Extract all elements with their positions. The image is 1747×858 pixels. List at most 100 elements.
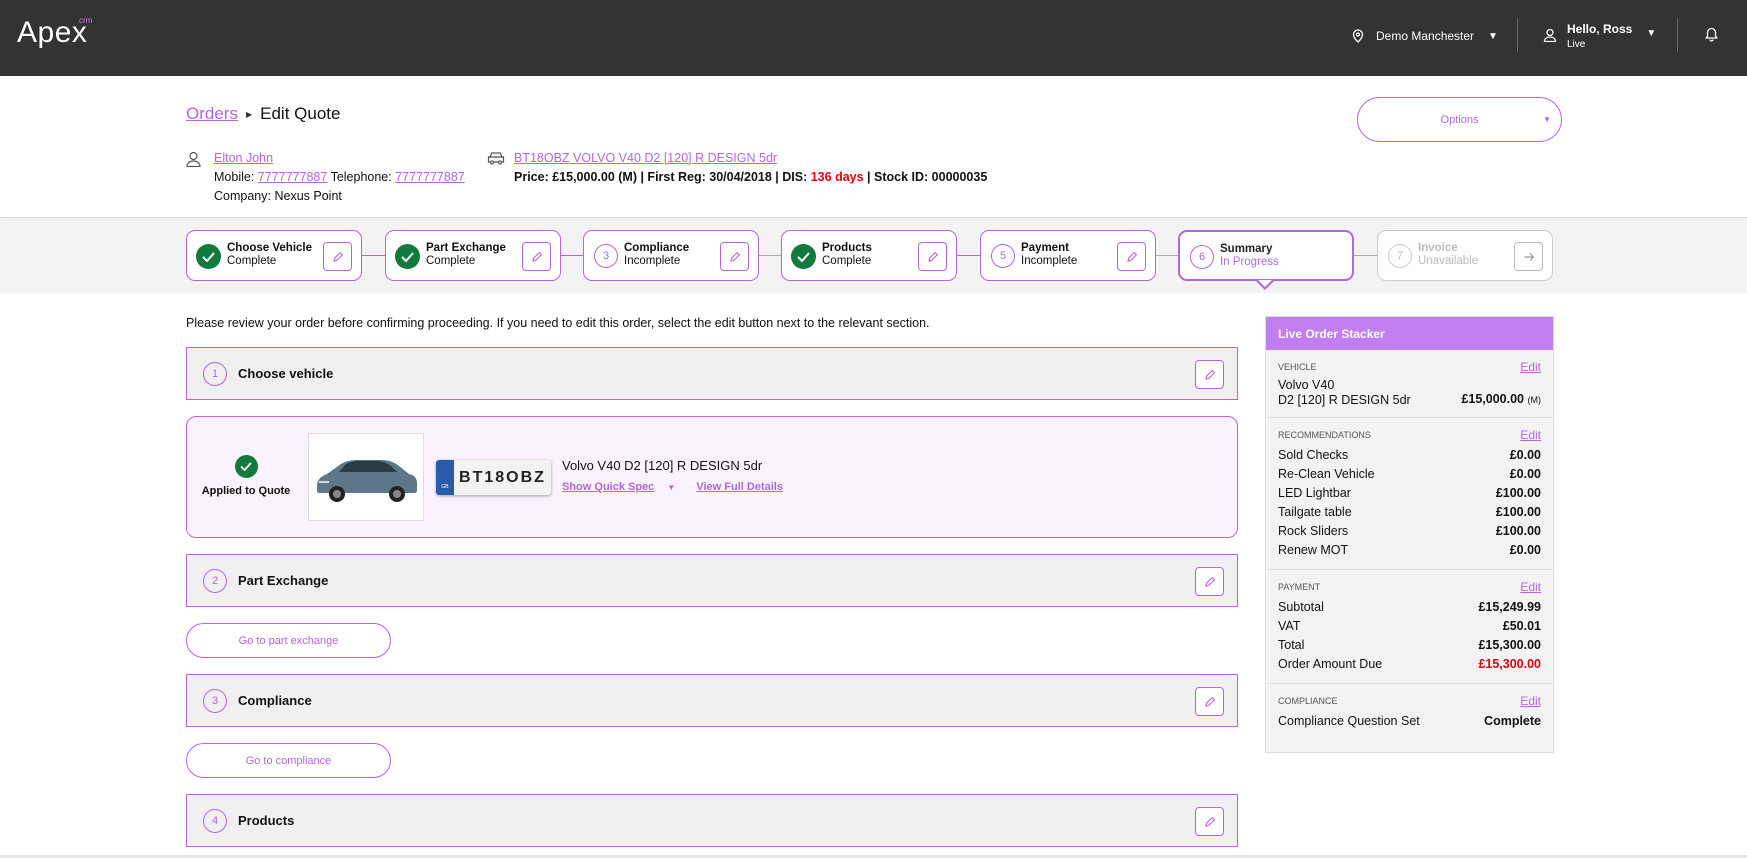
section-choose-vehicle: 1 Choose vehicle	[186, 347, 1238, 400]
list-item: Rock Sliders £100.00	[1278, 522, 1541, 541]
step-number: 3	[594, 244, 618, 268]
item-label: LED Lightbar	[1278, 486, 1351, 500]
vehicle-image[interactable]	[308, 433, 424, 521]
list-item: Renew MOT £0.00	[1278, 541, 1541, 560]
check-icon	[196, 244, 221, 269]
item-label: Tailgate table	[1278, 505, 1352, 519]
customer-name-link[interactable]: Elton John	[214, 151, 273, 165]
section-number: 1	[203, 362, 227, 386]
list-item: Tailgate table £100.00	[1278, 503, 1541, 522]
location-label: Demo Manchester	[1376, 29, 1475, 43]
show-quick-spec-link[interactable]: Show Quick Spec	[562, 481, 654, 493]
step-summary[interactable]: 6 Summary In Progress	[1178, 230, 1354, 281]
item-label: Rock Sliders	[1278, 524, 1349, 538]
item-value: £100.00	[1495, 524, 1541, 538]
item-label: VAT	[1278, 619, 1301, 633]
stacker-compliance-group: COMPLIANCE Edit Compliance Question Set Co…	[1266, 684, 1553, 740]
section-title: Products	[238, 813, 295, 828]
user-status: Live	[1567, 39, 1586, 50]
step-number: 6	[1190, 245, 1214, 269]
location-selector[interactable]: Demo Manchester ▼	[1352, 26, 1498, 46]
pencil-icon[interactable]	[323, 242, 352, 271]
step-status: In Progress	[1220, 256, 1279, 268]
step-connector	[759, 255, 782, 256]
applied-label: Applied to Quote	[201, 485, 291, 497]
user-menu[interactable]: Hello, Ross Live ▼	[1543, 22, 1656, 50]
view-full-details-link[interactable]: View Full Details	[696, 481, 783, 493]
section-compliance: 3 Compliance	[186, 674, 1238, 727]
section-title: Compliance	[238, 693, 312, 708]
pencil-icon[interactable]	[1117, 242, 1146, 271]
item-value: £50.01	[1502, 619, 1541, 633]
options-dropdown-button[interactable]: Options ▼	[1357, 97, 1562, 142]
step-connector	[1156, 255, 1179, 256]
pencil-icon[interactable]	[1195, 687, 1224, 716]
stacker-payment-group: PAYMENT Edit Subtotal £15,249.99 VAT £50.01…	[1266, 570, 1553, 684]
location-pin-icon	[1352, 29, 1364, 43]
customer-info: Elton John Mobile: 7777777887 Telephone:…	[186, 149, 465, 206]
edit-vehicle-link[interactable]: Edit	[1520, 360, 1541, 374]
step-payment[interactable]: 5 Payment Incomplete	[980, 230, 1156, 281]
logo-text: Apex	[17, 16, 88, 49]
review-instructions: Please review your order before confirmi…	[186, 316, 930, 330]
step-connector	[957, 255, 980, 256]
nav-divider	[1517, 18, 1518, 52]
quote-header: Orders ▶ Edit Quote Options ▼ Elton John…	[0, 76, 1747, 218]
step-choose-vehicle[interactable]: Choose Vehicle Complete	[186, 230, 362, 281]
apex-logo[interactable]: Apex crm	[17, 14, 97, 54]
plate-country: GB	[436, 460, 454, 495]
pencil-icon[interactable]	[1195, 567, 1224, 596]
notifications-bell-icon[interactable]	[1705, 27, 1718, 47]
list-item: Re-Clean Vehicle £0.00	[1278, 465, 1541, 484]
step-compliance[interactable]: 3 Compliance Incomplete	[583, 230, 759, 281]
section-title: Choose vehicle	[238, 366, 334, 381]
breadcrumb-separator-icon: ▶	[245, 109, 253, 119]
price-suffix: (M)	[1527, 395, 1542, 405]
vehicle-price-line: Price: £15,000.00 (M) | First Reg: 30/04…	[514, 168, 987, 187]
company-name: Nexus Point	[274, 189, 342, 203]
pencil-icon[interactable]	[918, 242, 947, 271]
page-title: Edit Quote	[260, 104, 341, 123]
vehicle-info: BT18OBZ VOLVO V40 D2 [120] R DESIGN 5dr …	[487, 149, 987, 187]
pencil-icon[interactable]	[720, 242, 749, 271]
step-connector	[561, 255, 584, 256]
edit-compliance-link[interactable]: Edit	[1520, 694, 1541, 708]
telephone-number-link[interactable]: 7777777887	[395, 170, 465, 184]
item-label: Sold Checks	[1278, 448, 1349, 462]
item-value: £100.00	[1495, 486, 1541, 500]
vehicle-title-link[interactable]: BT18OBZ VOLVO V40 D2 [120] R DESIGN 5dr	[514, 151, 777, 165]
list-item: Sold Checks £0.00	[1278, 446, 1541, 465]
stock-id: | Stock ID: 00000035	[867, 170, 988, 184]
applied-status: Applied to Quote	[201, 455, 291, 497]
step-title: Choose Vehicle	[227, 242, 313, 254]
nav-divider	[1677, 18, 1678, 52]
list-item: LED Lightbar £100.00	[1278, 484, 1541, 503]
item-label: Compliance Question Set	[1278, 714, 1420, 728]
step-products[interactable]: Products Complete	[781, 230, 957, 281]
list-item: Compliance Question Set Complete	[1278, 712, 1541, 731]
step-title: Products	[822, 242, 872, 254]
pencil-icon[interactable]	[1195, 360, 1224, 389]
plate-number: BT18OBZ	[459, 468, 546, 486]
step-part-exchange[interactable]: Part Exchange Complete	[385, 230, 561, 281]
chevron-down-icon: ▼	[1543, 115, 1551, 124]
go-to-part-exchange-button[interactable]: Go to part exchange	[186, 623, 391, 658]
breadcrumb-orders-link[interactable]: Orders	[186, 104, 238, 124]
list-item: Total £15,300.00	[1278, 636, 1541, 655]
item-label: Re-Clean Vehicle	[1278, 467, 1375, 481]
chevron-down-icon[interactable]: ▼	[667, 483, 675, 492]
top-nav: Apex crm Demo Manchester ▼ Hello, Ross L…	[0, 0, 1747, 76]
user-icon	[1543, 28, 1557, 42]
vehicle-name: Volvo V40 D2 [120] R DESIGN 5dr	[562, 458, 763, 473]
item-value: £0.00	[1509, 543, 1541, 557]
item-value: £100.00	[1495, 505, 1541, 519]
go-to-compliance-button[interactable]: Go to compliance	[186, 743, 391, 778]
pencil-icon[interactable]	[1195, 807, 1224, 836]
edit-payment-link[interactable]: Edit	[1520, 580, 1541, 594]
mobile-number-link[interactable]: 7777777887	[258, 170, 328, 184]
group-heading: PAYMENT	[1278, 582, 1321, 592]
list-item: VAT £50.01	[1278, 617, 1541, 636]
edit-recommendations-link[interactable]: Edit	[1520, 428, 1541, 442]
live-order-stacker: Live Order Stacker VEHICLE Edit Volvo V40…	[1265, 316, 1554, 753]
pencil-icon[interactable]	[522, 242, 551, 271]
